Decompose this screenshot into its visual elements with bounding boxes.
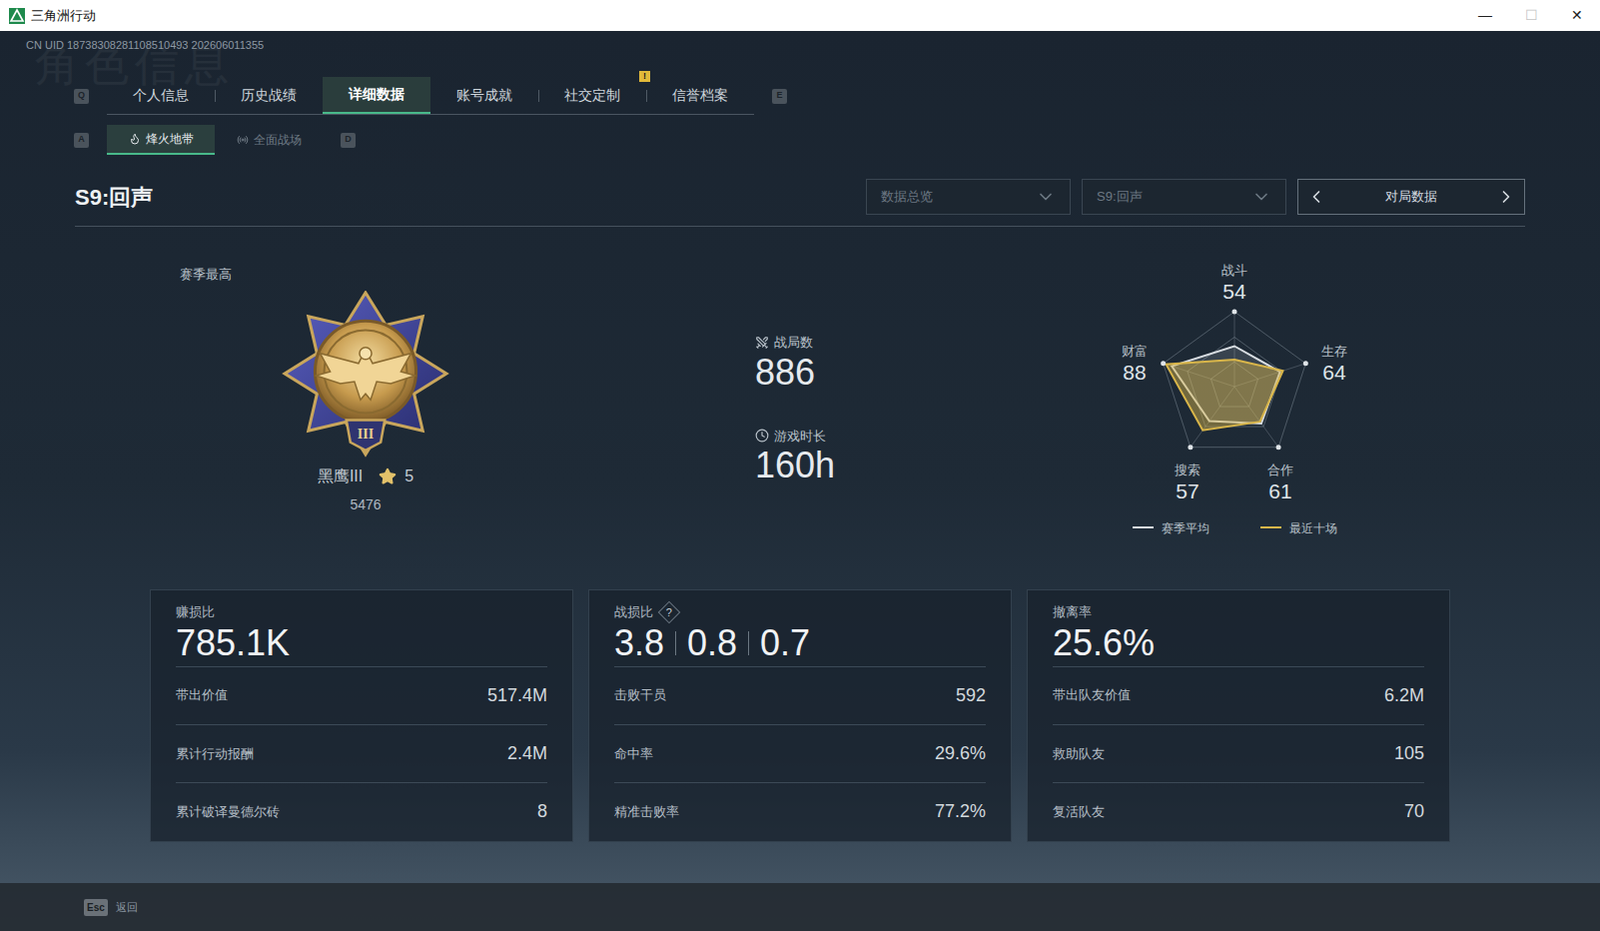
stat-row: 精准击败率77.2% xyxy=(614,783,986,841)
summary-stat: 战局数886 xyxy=(755,332,885,393)
bottom-bar: Esc 返回 xyxy=(0,882,1600,931)
rank-panel: 赛季最高 III 黑鹰III 5 5476 xyxy=(179,226,552,590)
main-area: 角色信息CN UID 18738308281108510493 20260601… xyxy=(0,30,1600,931)
stat-card: 赚损比785.1K 带出价值517.4M累计行动报酬2.4M累计破译曼德尔砖8 xyxy=(149,589,574,842)
card-value: 25.6% xyxy=(1052,625,1155,662)
prev-mode-key[interactable]: A xyxy=(73,132,89,148)
filter-dropdown[interactable]: 数据总览 xyxy=(865,178,1071,215)
stat-row: 命中率29.6% xyxy=(614,725,986,784)
window-control[interactable]: — xyxy=(1462,0,1509,31)
stat-row: 累计行动报酬2.4M xyxy=(175,725,548,784)
rank-caption: 赛季最高 xyxy=(179,264,552,285)
radar-chart: 战斗54 生存64 合作61 搜索57 财富88 赛季平均 最近十场 xyxy=(1084,256,1385,542)
legend-item: 赛季平均 xyxy=(1132,521,1210,536)
card-title: 撤离率 xyxy=(1052,602,1092,623)
mode-tab[interactable]: 烽火地带 xyxy=(106,124,215,155)
svg-text:财富: 财富 xyxy=(1121,343,1148,359)
svg-text:搜索: 搜索 xyxy=(1174,462,1201,478)
flame-icon xyxy=(128,132,141,145)
card-value: 785.1K xyxy=(175,625,290,662)
radio-icon xyxy=(236,133,249,146)
back-label[interactable]: 返回 xyxy=(115,898,138,916)
title-bar: 三角洲行动 —☐✕ xyxy=(0,0,1600,31)
tab-badge: ! xyxy=(639,70,651,82)
svg-text:64: 64 xyxy=(1322,360,1347,384)
stat-row: 复活队友70 xyxy=(1052,783,1425,841)
mode-tabs: A 烽火地带全面战场 D xyxy=(0,124,1600,155)
svg-text:54: 54 xyxy=(1222,279,1247,303)
clock-icon xyxy=(755,428,770,443)
card-value: 0.7 xyxy=(760,625,810,662)
esc-key[interactable]: Esc xyxy=(83,898,108,916)
season-header: S9:回声数据总览S9:回声对局数据 xyxy=(0,178,1600,215)
app-window: 三角洲行动 —☐✕角色信息CN UID 18738308281108510493 … xyxy=(0,0,1600,931)
radar-axis-label: 生存64 xyxy=(1321,343,1348,384)
tab[interactable]: 详细数据 xyxy=(322,76,431,114)
svg-text:赛季平均: 赛季平均 xyxy=(1161,521,1210,536)
legend-item: 最近十场 xyxy=(1260,521,1338,536)
stat-row: 带出队友价值6.2M xyxy=(1052,667,1425,726)
chevron-down-icon xyxy=(1035,186,1056,207)
next-mode-key[interactable]: D xyxy=(340,132,356,148)
stat-row: 击败干员592 xyxy=(614,667,986,726)
swords-icon xyxy=(755,335,770,350)
rank-stars: 5 xyxy=(404,464,414,489)
tab[interactable]: 社交定制! xyxy=(538,76,647,114)
svg-text:88: 88 xyxy=(1122,360,1146,384)
card-value: 0.8 xyxy=(687,625,738,662)
radar-axis-label: 财富88 xyxy=(1121,343,1148,384)
main-tabs: Q 个人信息历史战绩详细数据账号成就社交定制!信誉档案 E xyxy=(0,76,1600,115)
radar-axis-label: 搜索57 xyxy=(1174,462,1201,503)
svg-text:61: 61 xyxy=(1268,479,1292,503)
mode-tab[interactable]: 全面战场 xyxy=(214,124,323,155)
tab[interactable]: 个人信息 xyxy=(106,76,215,114)
stat-card: 战损比?3.8 0.8 0.7 击败干员592命中率29.6%精准击败率77.2% xyxy=(588,589,1012,842)
rank-emblem-icon: III xyxy=(279,290,452,463)
tab[interactable]: 信誉档案 xyxy=(646,76,755,114)
card-title: 赚损比 xyxy=(175,602,215,623)
help-button[interactable]: ? xyxy=(658,600,682,624)
window-title: 三角洲行动 xyxy=(30,5,96,26)
tab[interactable]: 历史战绩 xyxy=(214,76,323,114)
next-arrow-icon[interactable] xyxy=(1496,186,1517,207)
window-control[interactable]: ☐ xyxy=(1508,0,1555,31)
svg-text:合作: 合作 xyxy=(1267,462,1294,478)
value-separator xyxy=(675,631,677,656)
prev-arrow-icon[interactable] xyxy=(1306,186,1327,207)
svg-text:最近十场: 最近十场 xyxy=(1289,521,1338,536)
filter-dropdown[interactable]: S9:回声 xyxy=(1081,178,1287,215)
card-title: 战损比 xyxy=(614,602,654,623)
stat-card: 撤离率25.6% 带出队友价值6.2M救助队友105复活队友70 xyxy=(1026,589,1451,842)
app-logo-icon xyxy=(8,7,25,24)
radar-axis-label: 合作61 xyxy=(1267,462,1294,503)
next-tab-key[interactable]: E xyxy=(772,88,788,104)
stat-row: 累计破译曼德尔砖8 xyxy=(175,783,548,841)
divider xyxy=(74,225,1526,227)
rank-score: 5476 xyxy=(349,494,381,516)
star-icon xyxy=(378,467,397,486)
svg-text:III: III xyxy=(357,424,375,441)
chevron-down-icon xyxy=(1251,186,1272,207)
rank-name: 黑鹰III xyxy=(317,464,363,489)
svg-text:57: 57 xyxy=(1175,479,1199,503)
window-control[interactable]: ✕ xyxy=(1554,0,1600,31)
svg-text:战斗: 战斗 xyxy=(1221,262,1248,278)
season-title: S9:回声 xyxy=(74,180,153,214)
radar-series xyxy=(1166,359,1284,431)
svg-text:生存: 生存 xyxy=(1321,343,1348,359)
overview: 赛季最高 III 黑鹰III 5 5476 战局数886 游戏时长160h 战斗54 生存64 合… xyxy=(0,226,1600,590)
summary-stat: 游戏时长160h xyxy=(755,426,885,487)
stat-cards: 赚损比785.1K 带出价值517.4M累计行动报酬2.4M累计破译曼德尔砖8 战损… xyxy=(0,589,1600,842)
pager: 对局数据 xyxy=(1297,178,1526,215)
uid-label: CN UID 18738308281108510493 202606011355 xyxy=(0,37,1600,52)
value-separator xyxy=(748,631,750,656)
stat-row: 带出价值517.4M xyxy=(175,667,548,726)
radar-axis-label: 战斗54 xyxy=(1221,262,1248,303)
stat-row: 救助队友105 xyxy=(1052,725,1425,784)
card-value: 3.8 xyxy=(614,625,665,662)
prev-tab-key[interactable]: Q xyxy=(73,88,89,104)
tab[interactable]: 账号成就 xyxy=(430,76,539,114)
summary-panel: 战局数886 游戏时长160h xyxy=(755,226,885,590)
